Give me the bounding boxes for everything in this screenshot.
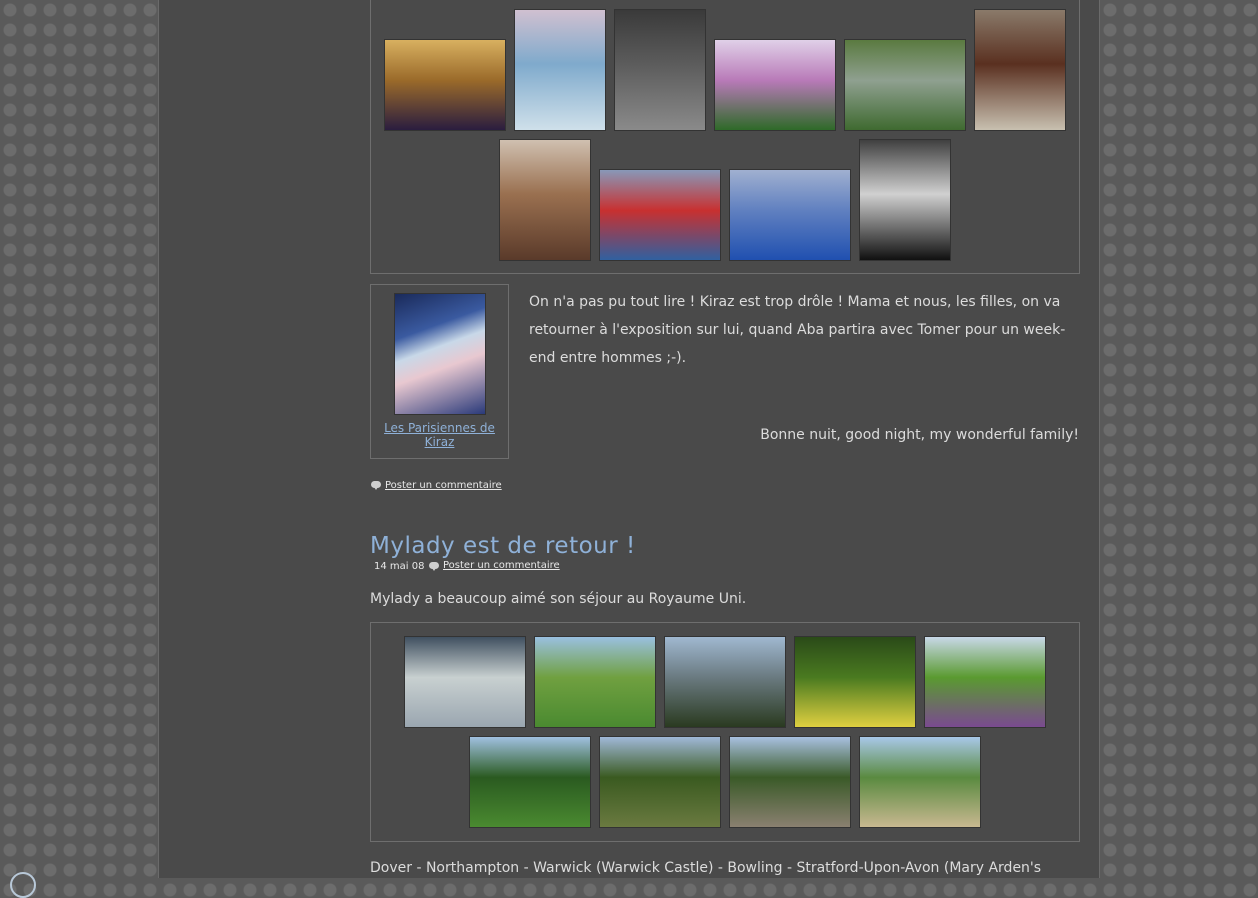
thumb-purple-flowers[interactable] bbox=[925, 637, 1045, 727]
thumb-fountain[interactable] bbox=[860, 737, 980, 827]
thumb-ivy-arcade[interactable] bbox=[845, 40, 965, 130]
thumb-chocolate-figure[interactable] bbox=[500, 140, 590, 260]
thumb-pond-lawn[interactable] bbox=[535, 637, 655, 727]
thumb-bijoux-shop[interactable] bbox=[860, 140, 950, 260]
image-caption-link[interactable]: Les Parisiennes de Kiraz bbox=[379, 421, 500, 449]
thumb-pompidou-escalator[interactable] bbox=[730, 170, 850, 260]
post-signoff: Bonne nuit, good night, my wonderful fam… bbox=[760, 427, 1079, 443]
post-title[interactable]: Mylady est de retour ! bbox=[370, 530, 636, 562]
photo-gallery-paris bbox=[370, 0, 1080, 274]
post-date: 14 mai 08 bbox=[374, 561, 425, 572]
thumb-statue-courtyard[interactable] bbox=[615, 10, 705, 130]
thumb-foxglove-garden[interactable] bbox=[715, 40, 835, 130]
thumb-les-parisiennes[interactable] bbox=[395, 294, 485, 414]
post-paragraph: On n'a pas pu tout lire ! Kiraz est trop… bbox=[529, 294, 1066, 366]
post-places-text: Dover - Northampton - Warwick (Warwick C… bbox=[370, 860, 1042, 876]
thumb-parterre[interactable] bbox=[600, 737, 720, 827]
post-intro: Mylady a beaucoup aimé son séjour au Roy… bbox=[370, 591, 747, 607]
post-comment-link[interactable]: Poster un commentaire bbox=[385, 480, 502, 492]
thumb-yellow-flowers[interactable] bbox=[795, 637, 915, 727]
thumb-chateau-facade[interactable] bbox=[385, 40, 505, 130]
scroll-widget-icon[interactable] bbox=[10, 872, 36, 898]
thumb-gravel-avenue[interactable] bbox=[730, 737, 850, 827]
thumb-pompidou-pipes[interactable] bbox=[600, 170, 720, 260]
thumb-palace-topiary[interactable] bbox=[665, 637, 785, 727]
thumb-kiraz-poster-bike[interactable] bbox=[515, 10, 605, 130]
thumb-formal-garden[interactable] bbox=[470, 737, 590, 827]
comment-bubble-icon bbox=[429, 562, 439, 571]
content-column: Les Parisiennes de Kiraz On n'a pas pu t… bbox=[158, 0, 1100, 878]
thumb-dover-cliffs[interactable] bbox=[405, 637, 525, 727]
photo-gallery-uk bbox=[370, 622, 1080, 842]
thumb-wooden-doors[interactable] bbox=[975, 10, 1065, 130]
comment-bubble-icon bbox=[371, 481, 381, 490]
captioned-image-box: Les Parisiennes de Kiraz bbox=[370, 284, 509, 459]
post-comment-link[interactable]: Poster un commentaire bbox=[443, 560, 560, 572]
